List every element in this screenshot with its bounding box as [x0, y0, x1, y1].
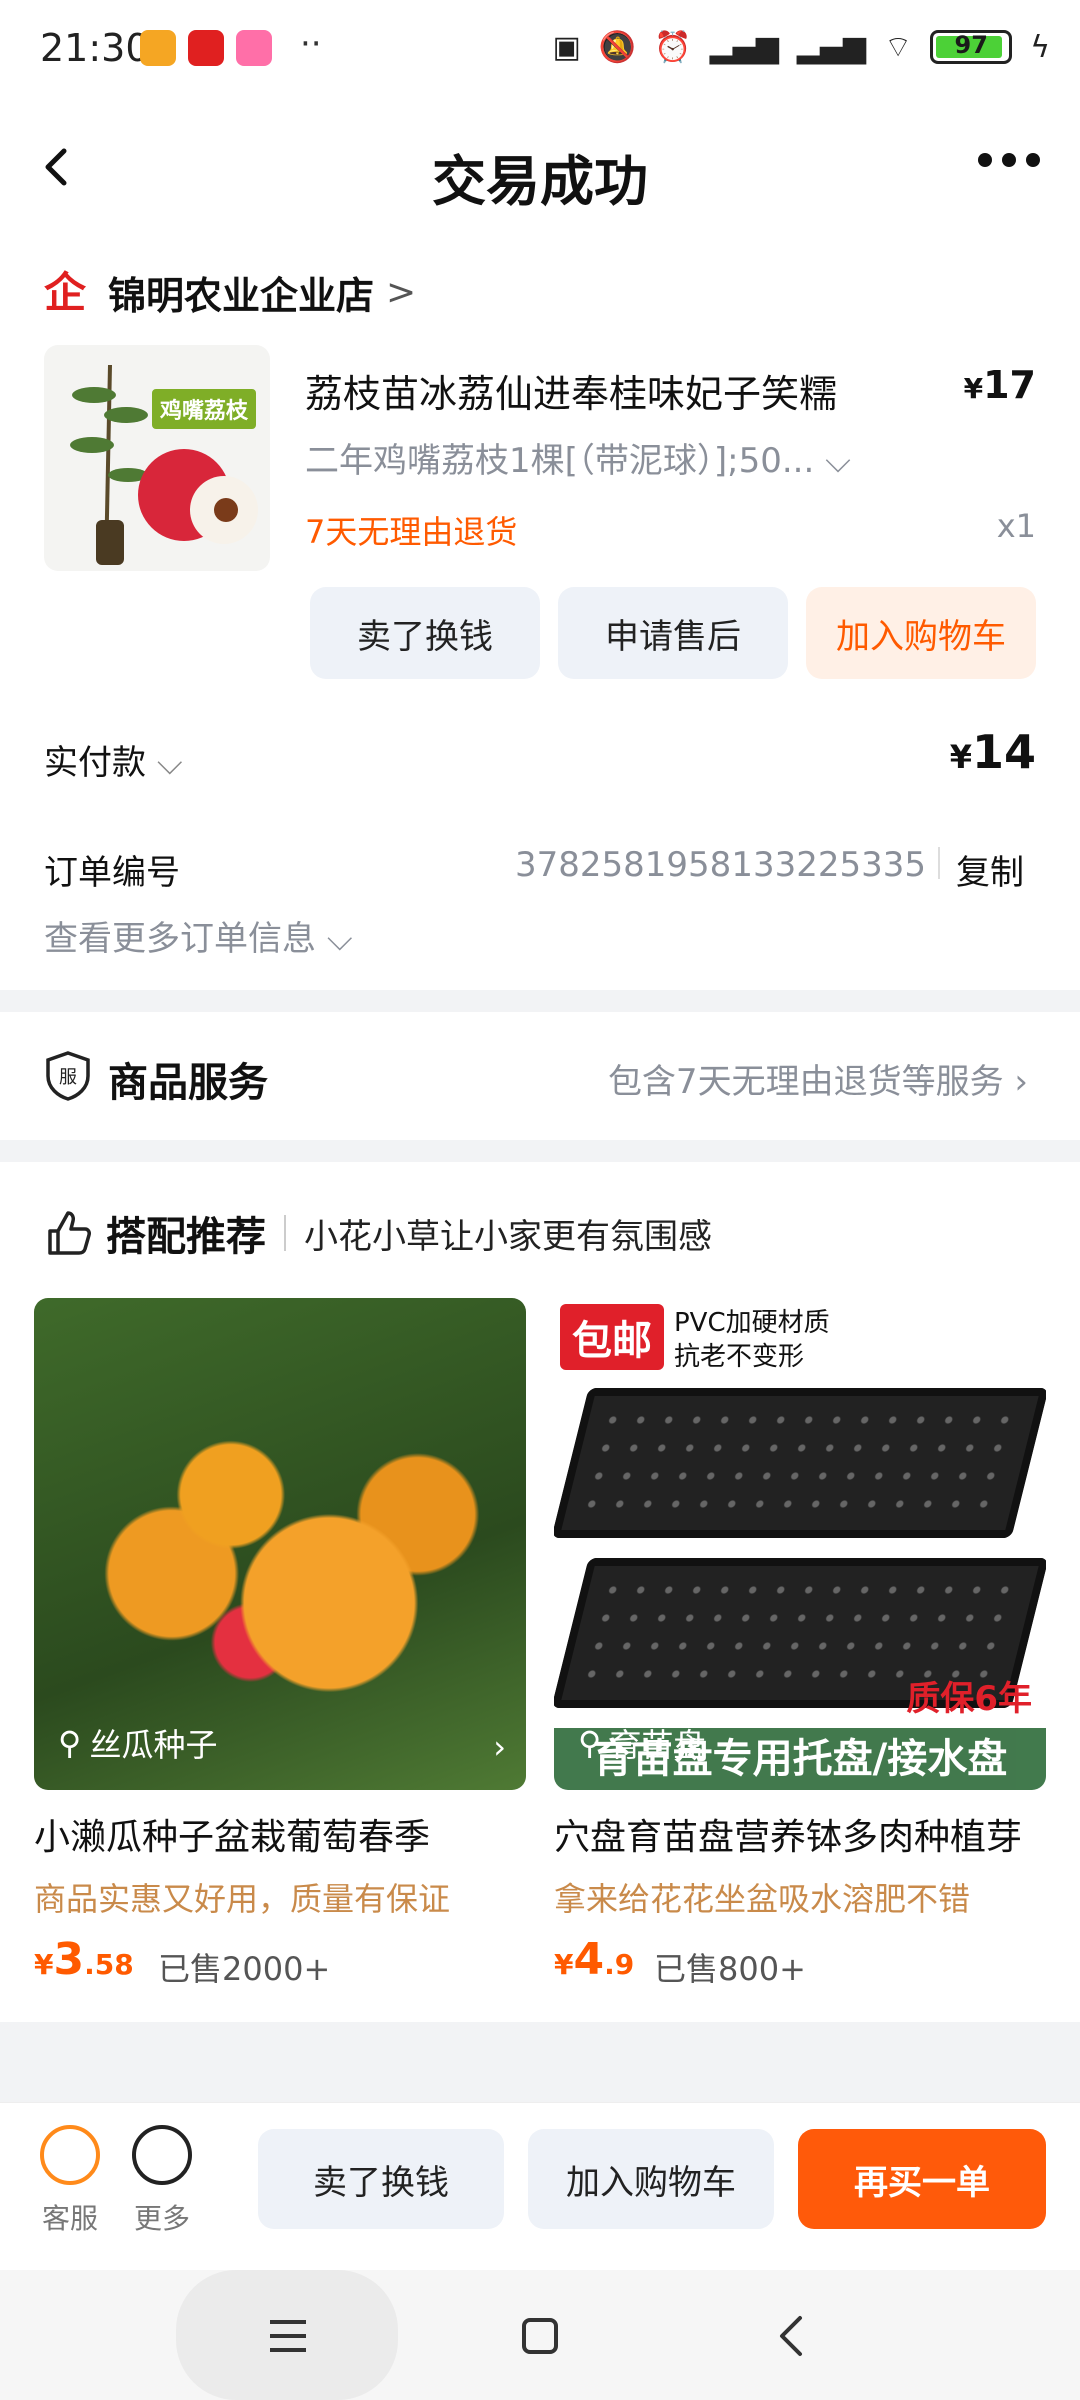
nfc-icon: ▣	[552, 29, 581, 65]
system-nav-bar	[0, 2270, 1080, 2400]
paid-amount: ¥14	[949, 725, 1036, 779]
paid-amount-toggle[interactable]: 实付款 ⌵	[44, 735, 183, 784]
chevron-right-icon: ›	[1014, 1062, 1028, 1102]
customer-service-label[interactable]: 客服	[42, 2197, 98, 2237]
product-name[interactable]: 荔枝苗冰荔仙进奉桂味妃子笑糯	[305, 363, 837, 418]
free-shipping-badge: 包邮	[560, 1304, 664, 1370]
product-spec[interactable]: 二年鸡嘴荔枝1棵[（带泥球）];50... ⌵	[305, 433, 851, 482]
shield-icon: 服	[46, 1051, 90, 1101]
recommend-product-price: ¥4.9	[554, 1934, 635, 1985]
chevron-right-icon: ›	[493, 1728, 506, 1766]
more-icon[interactable]	[132, 2125, 192, 2185]
more-notifications-icon: ··	[300, 24, 322, 64]
product-image-tag: 鸡嘴荔枝	[151, 389, 256, 429]
wifi-icon: ⌔	[884, 30, 913, 65]
page-title: 交易成功	[432, 150, 648, 213]
notification-icons	[140, 30, 272, 66]
bottom-action-bar: 客服 更多 卖了换钱 加入购物车 再买一单	[0, 2102, 1080, 2270]
customer-service-icon[interactable]	[40, 2125, 100, 2185]
status-indicators: ▣ 🔕 ⏰ ▂▄▆ ▂▄▆ ⌔ 97 ϟ	[552, 28, 1050, 66]
divider	[284, 1215, 286, 1251]
chevron-right-icon: >	[386, 272, 417, 313]
service-row[interactable]: 服 商品服务 包含7天无理由退货等服务 ›	[0, 1012, 1080, 1140]
recommend-product-sold: 已售2000+	[158, 1950, 331, 1988]
chevron-down-icon: ⌵	[825, 441, 851, 481]
divider	[938, 847, 940, 879]
sell-button[interactable]: 卖了换钱	[310, 587, 540, 679]
sell-button[interactable]: 卖了换钱	[258, 2129, 504, 2229]
rebuy-button[interactable]: 再买一单	[798, 2129, 1046, 2229]
status-bar: 21:30 ·· ▣ 🔕 ⏰ ▂▄▆ ▂▄▆ ⌔ 97 ϟ	[0, 0, 1080, 95]
recommend-product-sold: 已售800+	[654, 1950, 806, 1988]
battery-icon: 97	[930, 30, 1013, 64]
recommendation-title: 搭配推荐	[106, 1214, 266, 1260]
product-quantity: x1	[996, 507, 1036, 545]
more-label[interactable]: 更多	[134, 2197, 190, 2237]
signal-icon: ▂▄▆	[709, 29, 779, 65]
image-search-tag[interactable]: ⚲ 丝瓜种子	[58, 1720, 217, 1766]
product-image[interactable]: 鸡嘴荔枝	[44, 345, 270, 571]
recommendation-section: 搭配推荐 小花小草让小家更有氛围感 ⚲ 丝瓜种子 › 小濑瓜种子盆栽葡萄春季 商品…	[0, 1162, 1080, 2022]
lychee-image	[70, 364, 258, 566]
recommend-product-price: ¥3.58	[34, 1934, 134, 1985]
mute-icon: 🔕	[598, 29, 637, 65]
app-notification-icon	[188, 30, 224, 66]
svg-text:服: 服	[59, 1067, 77, 1088]
copy-button[interactable]: 复制	[956, 845, 1024, 894]
status-time: 21:30	[40, 26, 150, 70]
menu-icon[interactable]	[268, 2318, 308, 2354]
after-sale-button[interactable]: 申请售后	[558, 587, 788, 679]
chevron-down-icon: ⌵	[326, 919, 353, 959]
recommend-product-image[interactable]: 包邮 PVC加硬材质 抗老不变形 质保6年 育苗盘专用托盘/接水盘 ⚲ 育苗盘	[554, 1298, 1046, 1790]
product-price: ¥17	[963, 363, 1036, 407]
recommend-product-image[interactable]: ⚲ 丝瓜种子 ›	[34, 1298, 526, 1790]
thumbs-up-icon	[48, 1211, 91, 1255]
add-to-cart-button[interactable]: 加入购物车	[806, 587, 1036, 679]
return-policy: 7天无理由退货	[305, 513, 518, 551]
recommend-product-desc: 商品实惠又好用，质量有保证	[34, 1880, 451, 1918]
recommend-product-desc: 拿来给花花坐盆吸水溶肥不错	[554, 1880, 971, 1918]
recommendation-header: 搭配推荐 小花小草让小家更有氛围感	[44, 1204, 712, 1262]
recommend-product-name[interactable]: 小濑瓜种子盆栽葡萄春季	[34, 1808, 430, 1860]
add-to-cart-button[interactable]: 加入购物车	[528, 2129, 774, 2229]
app-notification-icon	[140, 30, 176, 66]
back-nav-icon[interactable]	[776, 2314, 806, 2358]
app-notification-icon	[236, 30, 272, 66]
signal-icon: ▂▄▆	[796, 29, 866, 65]
order-number: 3782581958133225335	[515, 845, 927, 885]
service-description: 包含7天无理由退货等服务 ›	[607, 1062, 1028, 1102]
image-search-tag[interactable]: ⚲ 育苗盘	[578, 1720, 705, 1766]
feature-text: PVC加硬材质 抗老不变形	[674, 1308, 830, 1372]
enterprise-shop-icon: 企	[44, 267, 87, 317]
warranty-text: 质保6年	[906, 1679, 1032, 1719]
order-card: 企 锦明农业企业店 > 鸡嘴荔枝 荔枝苗冰荔仙进奉桂味妃子笑糯 ¥17 二年鸡嘴…	[0, 245, 1080, 990]
tray-image	[554, 1388, 1046, 1538]
home-icon[interactable]	[520, 2316, 560, 2356]
shop-link[interactable]: 企 锦明农业企业店 >	[44, 265, 416, 320]
search-icon: ⚲	[578, 1724, 602, 1762]
page-header: 交易成功	[0, 95, 1080, 245]
chevron-down-icon: ⌵	[156, 743, 183, 783]
charging-icon: ϟ	[1030, 29, 1050, 65]
alarm-icon: ⏰	[654, 29, 692, 65]
service-title: 商品服务	[108, 1060, 268, 1106]
order-number-label: 订单编号	[44, 853, 180, 893]
more-options-icon[interactable]	[978, 153, 1040, 167]
recommend-product-name[interactable]: 穴盘育苗盘营养钵多肉种植芽	[554, 1808, 1022, 1860]
recommendation-subtitle: 小花小草让小家更有氛围感	[304, 1216, 712, 1257]
shop-name: 锦明农业企业店	[108, 274, 375, 318]
more-order-info-link[interactable]: 查看更多订单信息 ⌵	[44, 911, 353, 960]
search-icon: ⚲	[58, 1724, 82, 1762]
